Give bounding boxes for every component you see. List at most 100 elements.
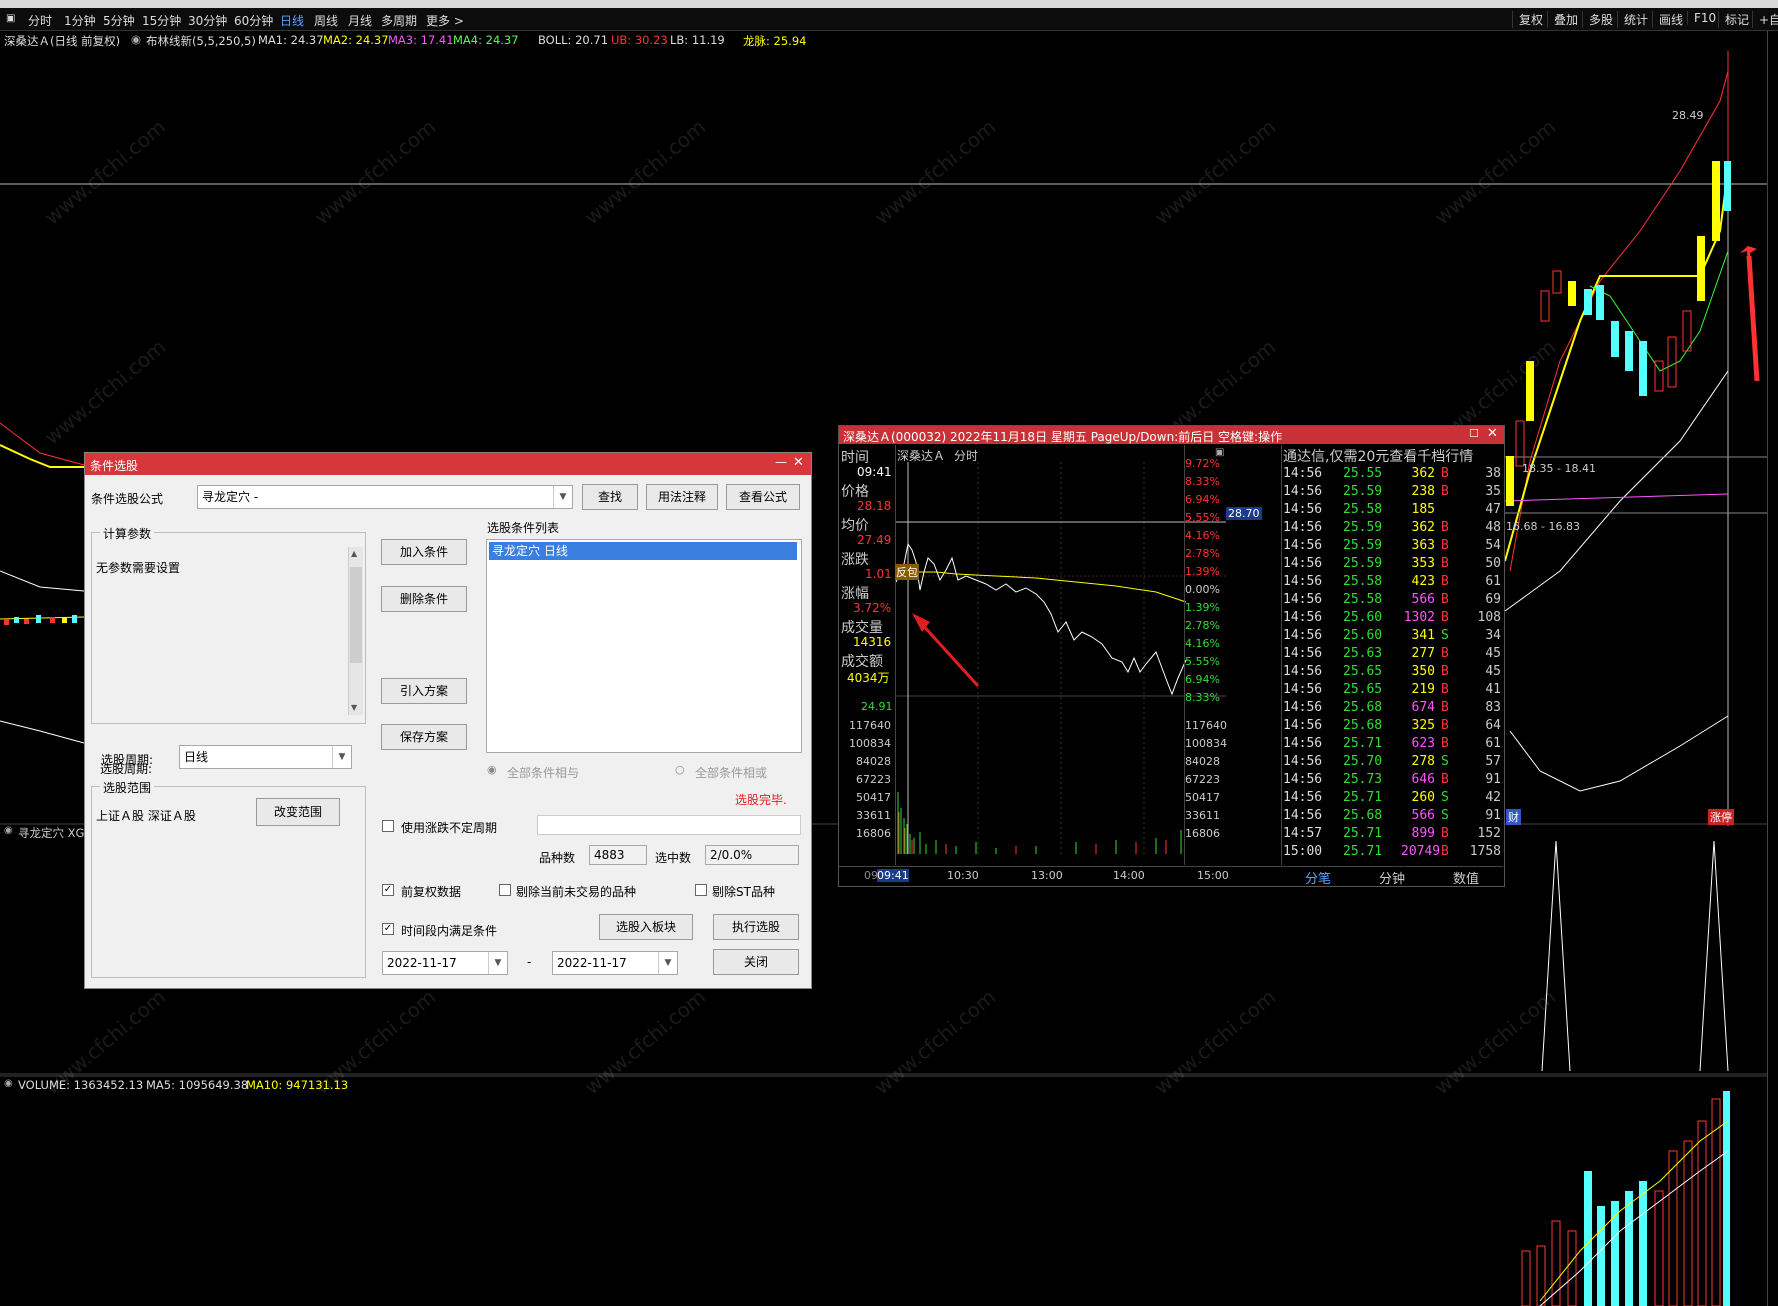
period-tab[interactable]: 月线	[348, 12, 372, 29]
save-plan-button[interactable]: 保存方案	[381, 724, 467, 750]
radio-and-label[interactable]: 全部条件相与	[507, 764, 579, 781]
view-formula-button[interactable]: 查看公式	[726, 484, 800, 510]
tool-stats[interactable]: 统计	[1617, 11, 1648, 28]
zhangting-badge: 涨停	[1708, 809, 1734, 825]
find-button[interactable]: 查找	[582, 484, 638, 510]
execute-button[interactable]: 执行选股	[713, 914, 799, 940]
scroll-down-icon[interactable]: ▼	[351, 703, 357, 712]
condition-list[interactable]: 寻龙定穴 日线	[486, 539, 802, 753]
dialog-titlebar[interactable]: 条件选股 — ✕	[85, 453, 811, 475]
unfixed-period-label[interactable]: 使用涨跌不定周期	[401, 819, 497, 836]
exclude-untraded-label[interactable]: 剔除当前未交易的品种	[516, 883, 636, 900]
period-tab[interactable]: 周线	[314, 12, 338, 29]
close-icon[interactable]: ✕	[793, 455, 804, 470]
tick-time: 14:56	[1283, 520, 1323, 535]
period-meet-checkbox[interactable]: ✓	[382, 923, 394, 935]
close-button[interactable]: 关闭	[713, 949, 799, 975]
tick-price: 25.59	[1343, 556, 1383, 571]
radio-or-label[interactable]: 全部条件相或	[695, 764, 767, 781]
tick-side: B	[1441, 556, 1449, 571]
chevron-down-icon[interactable]: ▼	[553, 486, 572, 508]
range-title: 选股范围	[100, 779, 155, 796]
vol-tick: 67223	[856, 773, 891, 786]
fq-data-checkbox[interactable]: ✓	[382, 884, 394, 896]
pct-tick-up: 8.33%	[1185, 475, 1220, 488]
tick-count: 54	[1485, 538, 1501, 553]
add-condition-button[interactable]: 加入条件	[381, 539, 467, 565]
chevron-down-icon[interactable]: ▼	[658, 952, 677, 974]
exclude-untraded-checkbox[interactable]	[499, 884, 511, 896]
condition-list-item[interactable]: 寻龙定穴 日线	[489, 542, 797, 560]
tick-volume: 646	[1411, 772, 1435, 787]
date-from-input[interactable]: 2022-11-17 ▼	[382, 951, 508, 975]
tick-side: S	[1441, 808, 1449, 823]
tool-f10[interactable]: F10	[1687, 11, 1716, 25]
sub-indicator-title[interactable]: 寻龙定穴 XG	[18, 825, 84, 841]
date-to-value: 2022-11-17	[557, 956, 627, 970]
fq-data-label[interactable]: 前复权数据	[401, 883, 461, 900]
scroll-thumb[interactable]	[350, 567, 362, 663]
ad-banner[interactable]: 通达信,仅需20元查看千档行情	[1283, 446, 1473, 466]
delete-condition-button[interactable]: 删除条件	[381, 586, 467, 612]
radio-and-icon[interactable]: ◉	[487, 763, 497, 776]
exclude-st-label[interactable]: 剔除ST品种	[712, 883, 775, 900]
tick-count: 91	[1485, 772, 1501, 787]
tick-row: 14:56 25.58 566 B 69	[1281, 592, 1503, 610]
period-tab[interactable]: 多周期	[381, 12, 417, 29]
to-block-button[interactable]: 选股入板块	[599, 914, 693, 940]
panel-toggle-icon[interactable]: ▣	[6, 13, 15, 24]
close-icon[interactable]: ✕	[1487, 426, 1498, 441]
tab-minutes[interactable]: 分钟	[1379, 868, 1405, 887]
scroll-up-icon[interactable]: ▲	[351, 549, 357, 558]
usage-button[interactable]: 用法注释	[646, 484, 718, 510]
formula-select[interactable]: 寻龙定穴 - ▼	[197, 485, 573, 509]
unfixed-period-checkbox[interactable]	[382, 820, 394, 832]
period-select[interactable]: 日线 ▼	[179, 745, 352, 769]
period-tab[interactable]: 1分钟	[64, 12, 96, 29]
tick-side: B	[1441, 700, 1449, 715]
period-tab[interactable]: 15分钟	[142, 12, 181, 29]
params-scrollbar[interactable]: ▲ ▼	[348, 547, 363, 715]
tab-ticks[interactable]: 分笔	[1305, 868, 1331, 887]
period-more[interactable]: 更多 >	[426, 12, 464, 29]
tick-price: 25.63	[1343, 646, 1383, 661]
tool-mark[interactable]: 标记	[1718, 11, 1749, 28]
change-range-button[interactable]: 改变范围	[256, 798, 340, 826]
tool-fuquan[interactable]: 复权	[1512, 11, 1543, 28]
tick-price: 25.58	[1343, 592, 1383, 607]
tick-count: 152	[1477, 826, 1501, 841]
tick-volume: 353	[1411, 556, 1435, 571]
period-tab[interactable]: 分时	[28, 12, 52, 29]
sub-toggle-icon[interactable]: ◉	[4, 825, 13, 836]
time-tick: 14:00	[1113, 869, 1145, 882]
period-tab[interactable]: 5分钟	[103, 12, 135, 29]
tick-row: 14:56 25.63 277 B 45	[1281, 646, 1503, 664]
minimize-icon[interactable]: —	[775, 455, 787, 469]
tick-side: B	[1441, 682, 1449, 697]
menu-bar[interactable]	[0, 0, 1778, 8]
tool-draw[interactable]: 画线	[1652, 11, 1683, 28]
minute-titlebar[interactable]: 深桑达Ａ(000032) 2022年11月18日 星期五 PageUp/Down…	[839, 426, 1504, 444]
tick-volume: 260	[1411, 790, 1435, 805]
avg-label: 均价	[841, 518, 869, 534]
period-tab[interactable]: 30分钟	[188, 12, 227, 29]
period-tab-active[interactable]: 日线	[280, 12, 304, 29]
volume-toggle-icon[interactable]: ◉	[4, 1078, 13, 1089]
maximize-icon[interactable]: ☐	[1469, 427, 1479, 440]
tool-overlay[interactable]: 叠加	[1547, 11, 1578, 28]
tool-custom[interactable]: +自	[1752, 11, 1778, 28]
chevron-down-icon[interactable]: ▼	[488, 952, 507, 974]
tab-values[interactable]: 数值	[1453, 868, 1479, 887]
date-to-input[interactable]: 2022-11-17 ▼	[552, 951, 678, 975]
radio-or-icon[interactable]: ○	[675, 763, 685, 776]
tick-price: 25.59	[1343, 484, 1383, 499]
period-meet-label[interactable]: 时间段内满足条件	[401, 922, 497, 939]
import-plan-button[interactable]: 引入方案	[381, 678, 467, 704]
tick-price: 25.58	[1343, 574, 1383, 589]
minute-chart[interactable]	[896, 462, 1226, 854]
tool-multi[interactable]: 多股	[1582, 11, 1613, 28]
tick-count: 91	[1485, 808, 1501, 823]
exclude-st-checkbox[interactable]	[695, 884, 707, 896]
period-tab[interactable]: 60分钟	[234, 12, 273, 29]
chevron-down-icon[interactable]: ▼	[332, 746, 351, 768]
